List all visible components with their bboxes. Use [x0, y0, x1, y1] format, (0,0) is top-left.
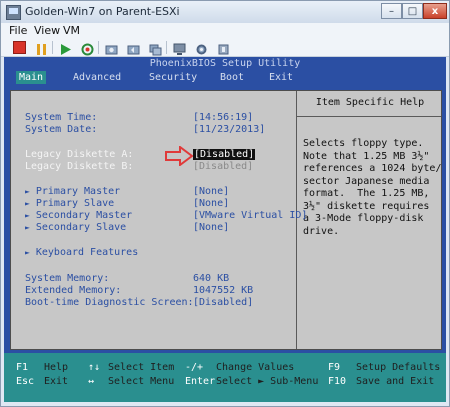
legend-desc-select-item: Select Item [108, 362, 175, 373]
boot-diagnostic-label: Boot-time Diagnostic Screen: [25, 297, 194, 308]
secondary-slave-item[interactable]: ► Secondary Slave [25, 222, 126, 233]
legend-key-f9: F9 [328, 362, 341, 373]
toolbar-separator [166, 41, 167, 54]
legend-desc-select-menu: Select Menu [108, 376, 175, 387]
stop-icon[interactable] [13, 41, 26, 54]
submenu-triangle-icon: ► [25, 187, 30, 196]
maximize-button[interactable]: □ [402, 3, 423, 19]
primary-master-value: [None] [193, 186, 230, 197]
title-bar: Golden-Win7 on Parent-ESXi – □ x [1, 1, 449, 23]
vm-console-icon [6, 5, 21, 20]
tab-security[interactable]: Security [146, 71, 200, 84]
legend-key-updown: ↑↓ [88, 362, 101, 373]
secondary-master-value: [VMware Virtual ID] [193, 210, 308, 221]
legend-desc-setup-defaults: Setup Defaults [356, 362, 441, 373]
submenu-triangle-icon: ► [25, 199, 30, 208]
primary-slave-item[interactable]: ► Primary Slave [25, 198, 114, 209]
power-icon[interactable] [217, 41, 230, 55]
settings-icon[interactable] [195, 41, 208, 55]
reset-icon[interactable] [81, 41, 94, 56]
system-memory-value: 640 KB [193, 273, 230, 284]
system-time-label: System Time: [25, 112, 98, 123]
system-date-value[interactable]: [11/23/2013] [193, 124, 265, 135]
menu-file[interactable]: File [9, 24, 27, 37]
toolbar-separator [98, 41, 99, 54]
submenu-triangle-icon: ► [25, 248, 30, 257]
help-divider [297, 116, 441, 117]
system-time-value[interactable]: [14:56:19] [193, 112, 253, 123]
minimize-button[interactable]: – [381, 3, 402, 19]
toolbar [1, 39, 449, 57]
system-memory-label: System Memory: [25, 273, 110, 284]
legend-key-enter: Enter [185, 376, 216, 387]
key-legend: F1 Help ↑↓ Select Item -/+ Change Values… [4, 353, 446, 402]
tab-advanced[interactable]: Advanced [70, 71, 124, 84]
tab-boot[interactable]: Boot [217, 71, 247, 84]
submenu-triangle-icon: ► [25, 223, 30, 232]
legend-key-f1: F1 [16, 362, 29, 373]
legend-desc-select-submenu: Select ► Sub-Menu [216, 376, 319, 387]
legend-desc-help: Help [44, 362, 69, 373]
bios-screen[interactable]: PhoenixBIOS Setup Utility Main Advanced … [4, 57, 446, 402]
menu-view[interactable]: View [34, 24, 60, 37]
bios-settings-panel: Item Specific Help Selects floppy type. … [10, 90, 442, 350]
legend-desc-save-exit: Save and Exit [356, 376, 435, 387]
legend-key-minusplus: -/+ [185, 362, 204, 373]
pause-icon[interactable] [35, 41, 48, 55]
legacy-diskette-b-label: Legacy Diskette B: [25, 161, 134, 172]
revert-snapshot-icon[interactable] [127, 41, 140, 55]
secondary-master-item[interactable]: ► Secondary Master [25, 210, 132, 221]
close-button[interactable]: x [423, 3, 447, 19]
legend-key-f10: F10 [328, 376, 347, 387]
toolbar-separator [52, 41, 53, 54]
console-icon[interactable] [173, 41, 186, 55]
system-date-label: System Date: [25, 124, 98, 135]
menu-vm[interactable]: VM [63, 24, 80, 37]
tab-main[interactable]: Main [16, 71, 47, 84]
legend-key-esc: Esc [16, 376, 35, 387]
selected-value[interactable]: [Disabled] [193, 149, 256, 160]
extended-memory-label: Extended Memory: [25, 285, 122, 296]
tab-exit[interactable]: Exit [266, 71, 296, 84]
secondary-slave-value: [None] [193, 222, 230, 233]
keyboard-features-item[interactable]: ► Keyboard Features [25, 247, 138, 258]
legend-desc-change-values: Change Values [216, 362, 295, 373]
snapshot-icon[interactable] [105, 41, 118, 55]
legend-key-leftright: ↔ [88, 376, 95, 387]
boot-diagnostic-value[interactable]: [Disabled] [193, 297, 253, 308]
bios-tab-bar: Main Advanced Security Boot Exit [4, 71, 446, 84]
extended-memory-value: 1047552 KB [193, 285, 254, 296]
play-icon[interactable] [59, 41, 72, 55]
submenu-triangle-icon: ► [25, 211, 30, 220]
red-arrow-annotation-icon [165, 146, 193, 166]
primary-master-item[interactable]: ► Primary Master [25, 186, 120, 197]
window-title: Golden-Win7 on Parent-ESXi [25, 5, 180, 18]
legend-desc-exit: Exit [44, 376, 69, 387]
help-text: Selects floppy type. Note that 1.25 MB 3… [303, 138, 442, 237]
legacy-diskette-a-label: Legacy Diskette A: [25, 149, 134, 160]
legacy-diskette-b-value[interactable]: [Disabled] [193, 161, 253, 172]
primary-slave-value: [None] [193, 198, 230, 209]
menu-bar: File View VM [1, 23, 449, 39]
help-title: Item Specific Help [315, 97, 425, 108]
manage-snapshots-icon[interactable] [149, 41, 162, 56]
legacy-diskette-a-value[interactable]: [Disabled] [193, 149, 256, 160]
bios-title: PhoenixBIOS Setup Utility [149, 58, 301, 69]
vm-console-window: Golden-Win7 on Parent-ESXi – □ x File Vi… [0, 0, 450, 407]
